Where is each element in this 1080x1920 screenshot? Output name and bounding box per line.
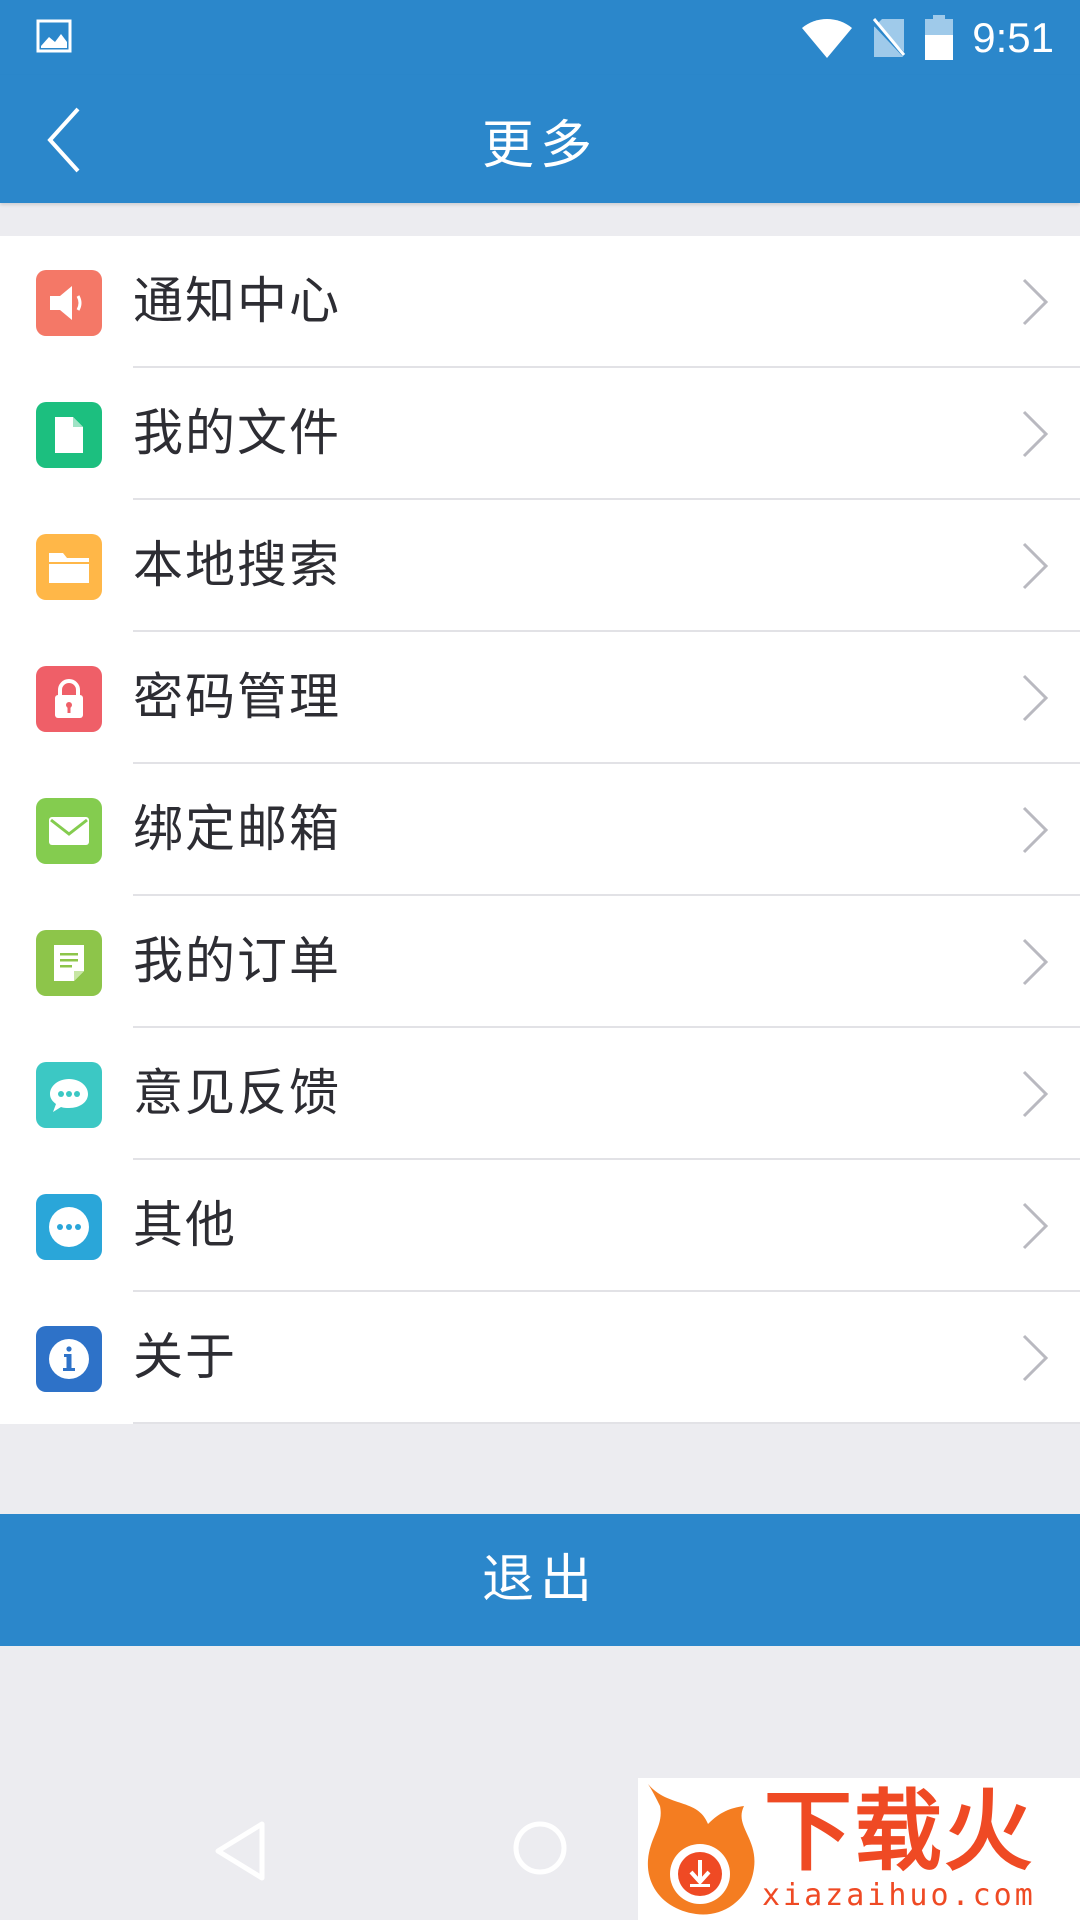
menu-item-my-orders[interactable]: 我的订单 bbox=[0, 896, 1080, 1028]
chat-icon bbox=[36, 1062, 102, 1128]
chevron-right-icon bbox=[1022, 1070, 1049, 1118]
menu-item-label: 密码管理 bbox=[133, 668, 341, 726]
chevron-right-icon bbox=[1022, 806, 1049, 854]
watermark-url: xiazaihuo.com bbox=[762, 1878, 1036, 1913]
menu-item-about[interactable]: 关于 bbox=[0, 1292, 1080, 1424]
menu-item-feedback[interactable]: 意见反馈 bbox=[0, 1028, 1080, 1160]
chevron-right-icon bbox=[1022, 278, 1049, 326]
menu-item-label: 通知中心 bbox=[133, 272, 341, 330]
speaker-icon bbox=[36, 270, 102, 336]
info-icon bbox=[36, 1326, 102, 1392]
menu-item-label: 其他 bbox=[133, 1196, 237, 1254]
chevron-right-icon bbox=[1022, 542, 1049, 590]
folder-icon bbox=[36, 534, 102, 600]
menu-item-label: 我的订单 bbox=[133, 932, 341, 990]
more-icon bbox=[36, 1194, 102, 1260]
menu-item-label: 意见反馈 bbox=[133, 1064, 341, 1122]
nav-home-icon[interactable] bbox=[512, 1820, 568, 1876]
chevron-right-icon bbox=[1022, 1202, 1049, 1250]
app-bar: 更多 bbox=[0, 75, 1080, 203]
menu-item-label: 我的文件 bbox=[133, 404, 341, 462]
order-icon bbox=[36, 930, 102, 996]
chevron-right-icon bbox=[1022, 1334, 1049, 1382]
logout-button[interactable]: 退出 bbox=[0, 1514, 1080, 1646]
lock-icon bbox=[36, 666, 102, 732]
watermark-logo: 下载火 xiazaihuo.com bbox=[638, 1778, 1080, 1920]
no-sim-icon bbox=[872, 17, 907, 58]
menu-item-other[interactable]: 其他 bbox=[0, 1160, 1080, 1292]
chevron-right-icon bbox=[1022, 674, 1049, 722]
nav-back-icon[interactable] bbox=[212, 1820, 268, 1882]
chevron-right-icon bbox=[1022, 938, 1049, 986]
menu-item-label: 本地搜索 bbox=[133, 536, 341, 594]
watermark-text: 下载火 bbox=[764, 1780, 1035, 1883]
menu-item-local-search[interactable]: 本地搜索 bbox=[0, 500, 1080, 632]
menu-item-bind-email[interactable]: 绑定邮箱 bbox=[0, 764, 1080, 896]
wifi-icon bbox=[802, 18, 853, 58]
menu-item-notification-center[interactable]: 通知中心 bbox=[0, 236, 1080, 368]
file-icon bbox=[36, 402, 102, 468]
status-time: 9:51 bbox=[972, 13, 1054, 61]
menu-item-password-manager[interactable]: 密码管理 bbox=[0, 632, 1080, 764]
mail-icon bbox=[36, 798, 102, 864]
menu-list: 通知中心 我的文件 本地搜索 密码管理 绑定邮箱 我的订单 意见反馈 其他 关于 bbox=[0, 236, 1080, 1424]
status-bar: 9:51 bbox=[0, 0, 1080, 75]
battery-icon bbox=[925, 14, 954, 60]
chevron-right-icon bbox=[1022, 410, 1049, 458]
page-title: 更多 bbox=[481, 116, 598, 176]
flame-logo-icon bbox=[647, 1784, 755, 1915]
image-notification-icon bbox=[36, 19, 72, 53]
divider bbox=[133, 1422, 1080, 1424]
menu-item-label: 绑定邮箱 bbox=[133, 800, 341, 858]
menu-item-label: 关于 bbox=[133, 1328, 237, 1386]
menu-item-my-files[interactable]: 我的文件 bbox=[0, 368, 1080, 500]
